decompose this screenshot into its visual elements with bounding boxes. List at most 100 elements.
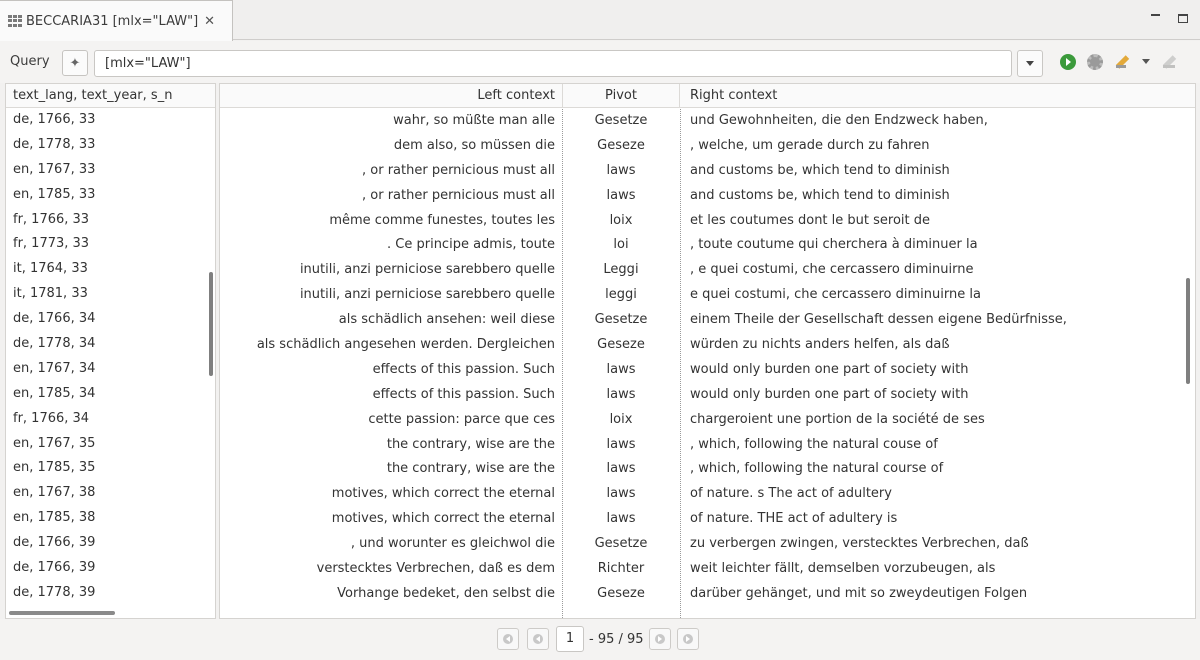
metadata-horizontal-scrollbar[interactable] [9,611,115,615]
left-context-cell: effects of this passion. Such [372,386,555,402]
query-input[interactable]: [mlx="LAW"] [94,50,1012,77]
concordance-row[interactable]: wahr, so müßte man alle Gesetze und Gewohn… [220,109,1195,134]
metadata-vertical-scrollbar[interactable] [209,272,213,376]
annotate-icon[interactable] [1116,54,1132,70]
pivot-cell: loi [613,237,629,253]
right-context-cell: würden zu nichts anders helfen, als daß [690,337,950,353]
close-tab-icon[interactable]: ✕ [204,14,215,29]
concordance-row[interactable]: dem also, so müssen die Geseze , welche, u… [220,134,1195,159]
left-context-cell: wahr, so müßte man alle [393,113,555,128]
last-page-button[interactable] [677,628,699,650]
concordance-row[interactable]: , or rather pernicious must all laws and c… [220,184,1195,209]
right-context-cell: , welche, um gerade durch zu fahren [690,137,930,153]
right-context-cell: would only burden one part of society wi… [690,386,969,402]
editor-tab-bar: BECCARIA31 [mlx="LAW"] ✕ [0,0,1200,41]
concordance-rows: wahr, so müßte man alle Gesetze und Gewohn… [220,109,1195,607]
metadata-row[interactable]: it, 1764, 33 [6,257,215,282]
pivot-cell: laws [606,486,636,502]
metadata-row[interactable]: it, 1781, 33 [6,282,215,307]
left-context-cell: même comme funestes, toutes les [329,212,555,228]
annotate-menu-caret-icon[interactable] [1142,59,1150,64]
page-number-input[interactable]: 1 [556,626,584,652]
metadata-row[interactable]: de, 1778, 33 [6,133,215,158]
metadata-row[interactable]: de, 1766, 34 [6,307,215,332]
right-context-header[interactable]: Right context [690,84,777,107]
annotate-disabled-icon [1163,54,1179,70]
metadata-row[interactable]: en, 1785, 34 [6,382,215,407]
metadata-row[interactable]: en, 1785, 38 [6,506,215,531]
concordance-row[interactable]: als schädlich ansehen: weil diese Gesetze… [220,308,1195,333]
right-context-cell: and customs be, which tend to diminish [690,162,950,178]
metadata-row[interactable]: en, 1767, 35 [6,432,215,457]
left-context-cell: the contrary, wise are the [386,436,555,452]
pivot-cell: laws [606,436,636,452]
maximize-icon[interactable] [1178,12,1188,27]
pivot-cell: Geseze [597,585,645,601]
pivot-cell: Gesetze [594,536,648,552]
concordance-row[interactable]: effects of this passion. Such laws would o… [220,358,1195,383]
concordance-row[interactable]: inutili, anzi perniciose sarebbero quell… [220,258,1195,283]
pivot-cell: laws [606,361,636,377]
metadata-row[interactable]: fr, 1766, 33 [6,208,215,233]
left-context-cell: the contrary, wise are the [386,461,555,477]
run-query-icon[interactable] [1060,54,1076,70]
metadata-row[interactable]: fr, 1766, 34 [6,407,215,432]
concordance-row[interactable]: the contrary, wise are the laws , which, f… [220,457,1195,482]
pivot-cell: laws [606,461,636,477]
metadata-row[interactable]: de, 1766, 33 [6,108,215,133]
metadata-row[interactable]: de, 1766, 39 [6,556,215,581]
concordance-row[interactable]: verstecktes Verbrechen, daß es dem Richte… [220,557,1195,582]
first-page-button[interactable] [497,628,519,650]
concordance-row[interactable]: als schädlich angesehen werden. Dergleic… [220,333,1195,358]
right-context-cell: einem Theile der Gesellschaft dessen eig… [690,312,1067,328]
pivot-header[interactable]: Pivot [562,84,680,107]
metadata-column-header[interactable]: text_lang, text_year, s_n [6,84,215,108]
magic-wand-icon: ✦ [69,55,81,71]
query-history-dropdown[interactable] [1017,50,1043,77]
concordance-row[interactable]: , und worunter es gleichwol die Gesetze zu… [220,532,1195,557]
right-context-cell: of nature. THE act of adultery is [690,511,898,527]
left-context-cell: als schädlich ansehen: weil diese [338,312,555,328]
metadata-row[interactable]: en, 1785, 33 [6,183,215,208]
left-context-cell: cette passion: parce que ces [368,411,555,427]
metadata-row[interactable]: de, 1766, 39 [6,531,215,556]
metadata-row[interactable]: en, 1767, 38 [6,481,215,506]
concordance-row[interactable]: , or rather pernicious must all laws and c… [220,159,1195,184]
left-context-cell: motives, which correct the eternal [331,486,555,502]
concordance-row[interactable]: Vorhange bedeket, den selbst die Geseze da… [220,582,1195,607]
right-context-cell: , which, following the natural course of [690,461,944,477]
right-context-cell: and customs be, which tend to diminish [690,187,950,203]
concordance-row[interactable]: cette passion: parce que ces loix chargero… [220,408,1195,433]
magic-wand-button[interactable]: ✦ [62,50,88,76]
concordance-row[interactable]: même comme funestes, toutes les loix et le… [220,209,1195,234]
concordance-row[interactable]: inutili, anzi perniciose sarebbero quell… [220,283,1195,308]
right-context-cell: , toute coutume qui cherchera à diminuer… [690,237,978,253]
metadata-row[interactable]: fr, 1773, 33 [6,232,215,257]
gear-icon[interactable] [1087,54,1103,70]
concordance-row[interactable]: motives, which correct the eternal laws of… [220,482,1195,507]
metadata-row[interactable]: en, 1767, 33 [6,158,215,183]
left-context-cell: verstecktes Verbrechen, daß es dem [316,561,555,577]
metadata-row[interactable]: de, 1778, 39 [6,581,215,606]
right-context-cell: et les coutumes dont le but seroit de [690,212,930,228]
pivot-cell: Richter [597,561,645,577]
previous-page-button[interactable] [527,628,549,650]
tab-beccaria31[interactable]: BECCARIA31 [mlx="LAW"] ✕ [0,0,233,41]
query-label: Query [10,54,50,69]
metadata-row[interactable]: en, 1767, 34 [6,357,215,382]
concordance-row[interactable]: effects of this passion. Such laws would o… [220,383,1195,408]
next-page-button[interactable] [649,628,671,650]
pivot-cell: laws [606,511,636,527]
concordance-row[interactable]: motives, which correct the eternal laws of… [220,507,1195,532]
right-context-cell: weit leichter fällt, demselben vorzubeug… [690,561,996,577]
metadata-rows: de, 1766, 33 de, 1778, 33 en, 1767, 33 en, … [6,108,215,606]
concordance-vertical-scrollbar[interactable] [1186,278,1190,384]
concordance-row[interactable]: . Ce principe admis, toute loi , toute cou… [220,233,1195,258]
concordance-row[interactable]: the contrary, wise are the laws , which, f… [220,433,1195,458]
left-context-header[interactable]: Left context [220,84,562,107]
metadata-row[interactable]: en, 1785, 35 [6,456,215,481]
chevron-down-icon [1026,61,1034,66]
minimize-icon[interactable] [1151,9,1160,24]
previous-page-icon [533,634,543,644]
metadata-row[interactable]: de, 1778, 34 [6,332,215,357]
